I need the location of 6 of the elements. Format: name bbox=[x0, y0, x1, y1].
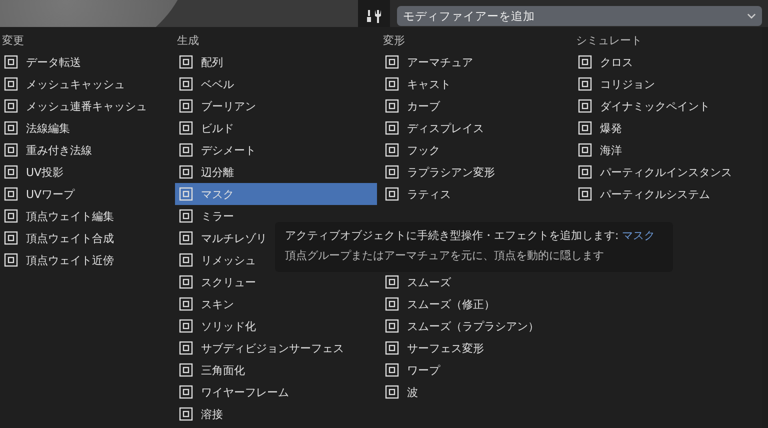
column-heading: 変形 bbox=[382, 33, 406, 49]
column-heading: 変更 bbox=[1, 33, 25, 49]
tooltip-title: アクティブオブジェクトに手続き型操作・エフェクトを追加します: マスク bbox=[285, 228, 656, 244]
column-heading: シミュレート bbox=[575, 33, 643, 49]
column-heading: 生成 bbox=[176, 33, 200, 49]
tooltip-description: 頂点グループまたはアーマチュアを元に、頂点を動的に隠します bbox=[285, 248, 605, 264]
